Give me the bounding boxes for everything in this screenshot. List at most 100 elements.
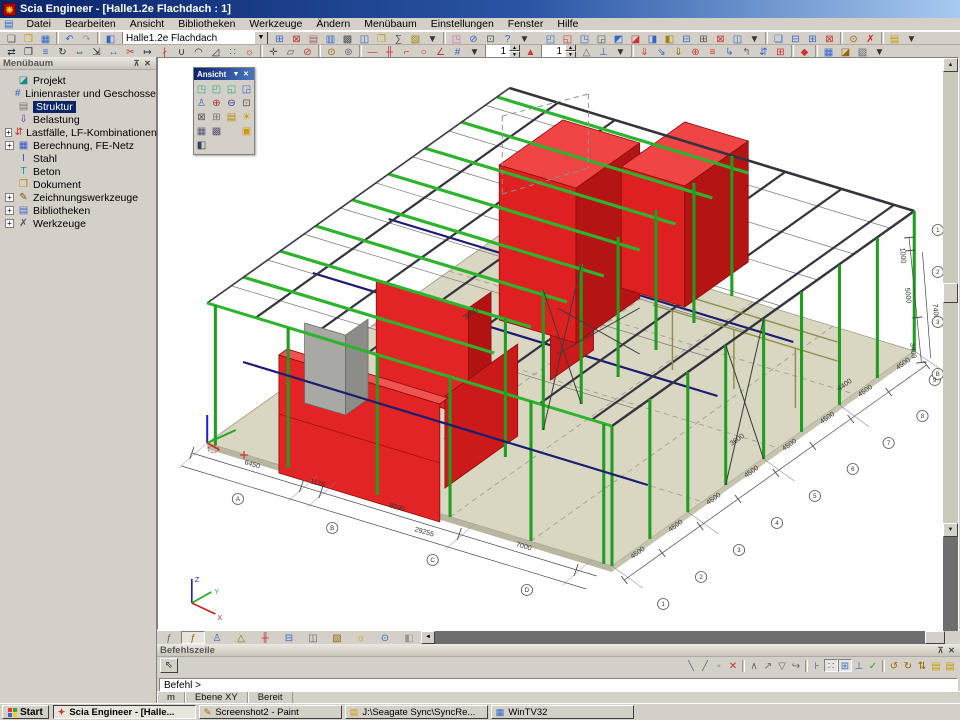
save-all-icon[interactable]: ▦ <box>820 45 837 58</box>
axonometric-view-icon[interactable]: ◳ <box>194 82 209 96</box>
open-icon[interactable]: ❐ <box>20 32 37 45</box>
gallery-icon[interactable]: ▤ <box>305 32 322 45</box>
menu-item-einstellungen[interactable]: Einstellungen <box>424 18 501 31</box>
trim-icon[interactable]: ✂ <box>122 45 139 58</box>
view-window-5-icon[interactable]: ◩ <box>610 32 627 45</box>
erase-view-icon[interactable]: ✗ <box>862 32 879 45</box>
sidebar-item-zeichnungswerkzeuge[interactable]: +✎Zeichnungswerkzeuge <box>0 191 156 204</box>
redo-icon[interactable]: ↷ <box>78 32 95 45</box>
view-x-icon[interactable]: ◰ <box>209 82 224 96</box>
pin-icon[interactable]: ⊼ <box>935 645 946 656</box>
snap-point-icon[interactable]: ◦ <box>712 659 726 672</box>
horizontal-scroll-thumb[interactable] <box>925 631 945 644</box>
walk-mode-icon[interactable]: ♙ <box>194 96 209 110</box>
clip-box-icon[interactable]: ◧ <box>194 138 209 152</box>
view-window-9-icon[interactable]: ⊟ <box>678 32 695 45</box>
extend-icon[interactable]: ↦ <box>139 45 156 58</box>
print-view-icon[interactable]: ▦ <box>194 124 209 138</box>
view-y-icon[interactable]: ◱ <box>224 82 239 96</box>
view-window-4-icon[interactable]: ◲ <box>593 32 610 45</box>
deselect-icon[interactable]: ⊘ <box>299 45 316 58</box>
menu-item-hilfe[interactable]: Hilfe <box>550 18 585 31</box>
loadcase-grid-icon[interactable]: ⊞ <box>772 45 789 58</box>
rotate-icon[interactable]: ↻ <box>54 45 71 58</box>
project-combo[interactable]: ▼ <box>122 31 268 44</box>
explode-icon[interactable]: ☼ <box>241 45 258 58</box>
sidebar-item-stahl[interactable]: IStahl <box>0 152 156 165</box>
print-icon[interactable]: ▩ <box>339 32 356 45</box>
draw-circle-icon[interactable]: ○ <box>415 45 432 58</box>
dropdown-icon[interactable]: ▼ <box>516 32 533 45</box>
undo-icon[interactable]: ↶ <box>61 32 78 45</box>
view-window-12-icon[interactable]: ◫ <box>729 32 746 45</box>
project-combo-input[interactable] <box>122 31 254 44</box>
sidebar-item-dokument[interactable]: ❐Dokument <box>0 178 156 191</box>
select-icon[interactable]: ✛ <box>265 45 282 58</box>
start-button[interactable]: Start <box>2 705 49 719</box>
libraries-icon[interactable]: ◳ <box>448 32 465 45</box>
view-window-1-icon[interactable]: ◰ <box>542 32 559 45</box>
document-icon[interactable]: ❐ <box>373 32 390 45</box>
show-selected-icon[interactable]: ⊙ <box>323 45 340 58</box>
menu-item-ansicht[interactable]: Ansicht <box>123 18 171 31</box>
expand-icon[interactable]: + <box>5 141 14 150</box>
loadcase-back-icon[interactable]: ↰ <box>738 45 755 58</box>
menu-item-werkzeuge[interactable]: Werkzeuge <box>242 18 309 31</box>
scale-icon[interactable]: ⇲ <box>88 45 105 58</box>
vertical-scrollbar[interactable]: ▲ ▼ <box>943 58 958 631</box>
menu-item-fenster[interactable]: Fenster <box>501 18 551 31</box>
expand-icon[interactable]: + <box>5 193 14 202</box>
taskbar-task[interactable]: ▦WinTV32 <box>491 705 634 719</box>
sidebar-item-projekt[interactable]: ◪Projekt <box>0 74 156 87</box>
document-icon[interactable]: ▤ <box>4 19 13 30</box>
array-icon[interactable]: ∷ <box>224 45 241 58</box>
step-mode-icon[interactable]: ⇅ <box>915 659 929 672</box>
draw-dimension-icon[interactable]: ╫ <box>381 45 398 58</box>
palette-header[interactable]: Ansicht ▼ ✕ <box>194 68 254 80</box>
break-icon[interactable]: ∤ <box>156 45 173 58</box>
spin-up-icon[interactable]: ▲ <box>509 44 520 51</box>
sidebar-item-bibliotheken[interactable]: +▤Bibliotheken <box>0 204 156 217</box>
snap-line-icon[interactable]: ╲ <box>684 659 698 672</box>
zoom-out-icon[interactable]: ⊖ <box>224 96 239 110</box>
scale-factor-icon[interactable]: ▲ <box>522 45 539 58</box>
copy-view-icon[interactable]: ▩ <box>209 124 224 138</box>
shading-icon[interactable]: ƒ <box>181 631 205 644</box>
model-viewport[interactable]: 6450 1175 8000 7000 29255 4500 4500 4500… <box>157 57 959 630</box>
move-icon[interactable]: ⇄ <box>3 45 20 58</box>
zoom-window-icon[interactable]: ⊡ <box>239 96 254 110</box>
snap-orthogonal-icon[interactable]: ↗ <box>761 659 775 672</box>
close-icon[interactable]: ✕ <box>241 70 251 78</box>
expand-icon[interactable]: + <box>5 219 14 228</box>
close-all-windows-icon[interactable]: ⊠ <box>821 32 838 45</box>
view-window-6-icon[interactable]: ◪ <box>627 32 644 45</box>
scale-spinner-input[interactable] <box>485 44 509 57</box>
sidebar-item-belastung[interactable]: ⇩Belastung <box>0 113 156 126</box>
close-icon[interactable]: ✕ <box>946 645 957 656</box>
join-icon[interactable]: ∪ <box>173 45 190 58</box>
chevron-down-icon[interactable]: ▼ <box>231 71 241 78</box>
layer-spinner[interactable]: ▲▼ <box>541 44 576 57</box>
accept-icon[interactable]: ◆ <box>796 45 813 58</box>
sidebar-item-lastfaelle[interactable]: +⇵Lastfälle, LF-Kombinationen <box>0 126 156 139</box>
dropdown-icon[interactable]: ▼ <box>612 45 629 58</box>
draw-polyline-icon[interactable]: ⌐ <box>398 45 415 58</box>
zoom-all-icon[interactable]: ⊠ <box>194 110 209 124</box>
snap-arc-icon[interactable]: ╱ <box>698 659 712 672</box>
axis-display-icon[interactable]: △ <box>578 45 595 58</box>
scale-spinner[interactable]: ▲▼ <box>485 44 520 57</box>
show-view-icon[interactable]: ⊙ <box>845 32 862 45</box>
scroll-left-icon[interactable]: ◄ <box>421 631 435 644</box>
light-icon[interactable]: ☀ <box>239 110 254 124</box>
snap-triangle-icon[interactable]: ▽ <box>775 659 789 672</box>
draw-arc-icon[interactable]: ∠ <box>432 45 449 58</box>
picture-gallery-icon[interactable]: ▥ <box>322 32 339 45</box>
loadcase-move-icon[interactable]: ⇓ <box>670 45 687 58</box>
chamfer-icon[interactable]: ◿ <box>207 45 224 58</box>
horizontal-scroll-track[interactable] <box>435 631 925 644</box>
draw-raster-icon[interactable]: # <box>449 45 466 58</box>
stretch-icon[interactable]: ↔ <box>105 45 122 58</box>
close-project-icon[interactable]: ⊠ <box>288 32 305 45</box>
dropdown-icon[interactable]: ▼ <box>424 32 441 45</box>
vertical-scroll-thumb[interactable] <box>943 283 958 303</box>
